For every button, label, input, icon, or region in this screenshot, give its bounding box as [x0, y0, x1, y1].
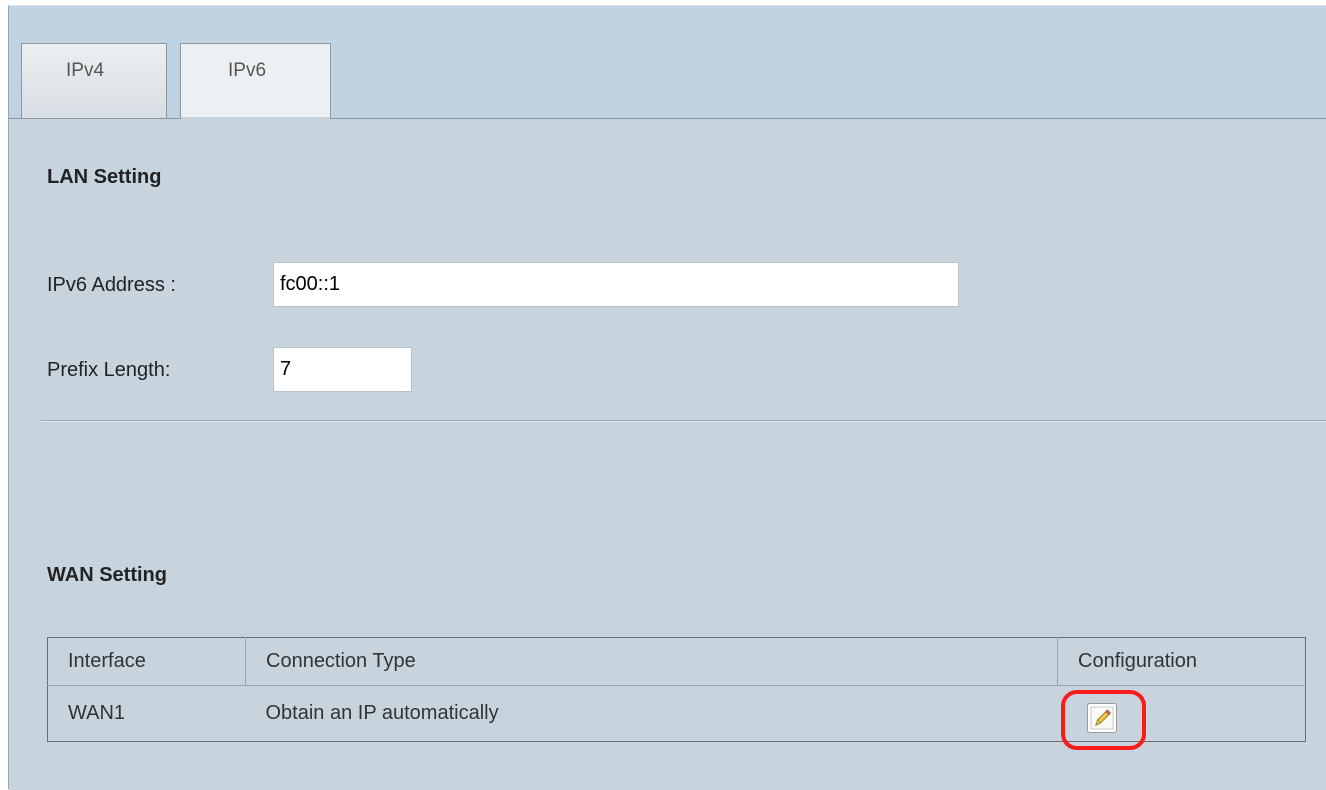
- tab-ipv6[interactable]: IPv6: [180, 43, 331, 121]
- wan-table-header: Interface Connection Type Configuration: [47, 637, 1306, 686]
- column-header-connection-type: Connection Type: [245, 637, 1058, 686]
- cell-interface: WAN1: [68, 702, 126, 724]
- tab-ipv4-label: IPv4: [66, 60, 105, 81]
- ipv6-address-input[interactable]: [273, 262, 959, 307]
- prefix-length-label: Prefix Length:: [47, 359, 171, 381]
- tab-ipv4[interactable]: IPv4: [21, 43, 167, 119]
- tab-strip: IPv4 IPv6: [9, 6, 1326, 121]
- cell-connection-type: Obtain an IP automatically: [265, 702, 499, 724]
- wan-setting-title: WAN Setting: [47, 564, 167, 586]
- pencil-edit-icon: [1090, 706, 1114, 730]
- prefix-length-input[interactable]: [273, 347, 412, 392]
- ipv6-address-label: IPv6 Address :: [47, 274, 176, 296]
- settings-panel: IPv4 IPv6 LAN Setting IPv6 Address : Pre…: [8, 5, 1326, 790]
- lan-setting-title: LAN Setting: [47, 166, 162, 188]
- tab-ipv6-label: IPv6: [228, 60, 267, 81]
- column-header-interface: Interface: [47, 637, 246, 686]
- edit-configuration-button[interactable]: [1087, 703, 1117, 733]
- column-header-configuration: Configuration: [1057, 637, 1306, 686]
